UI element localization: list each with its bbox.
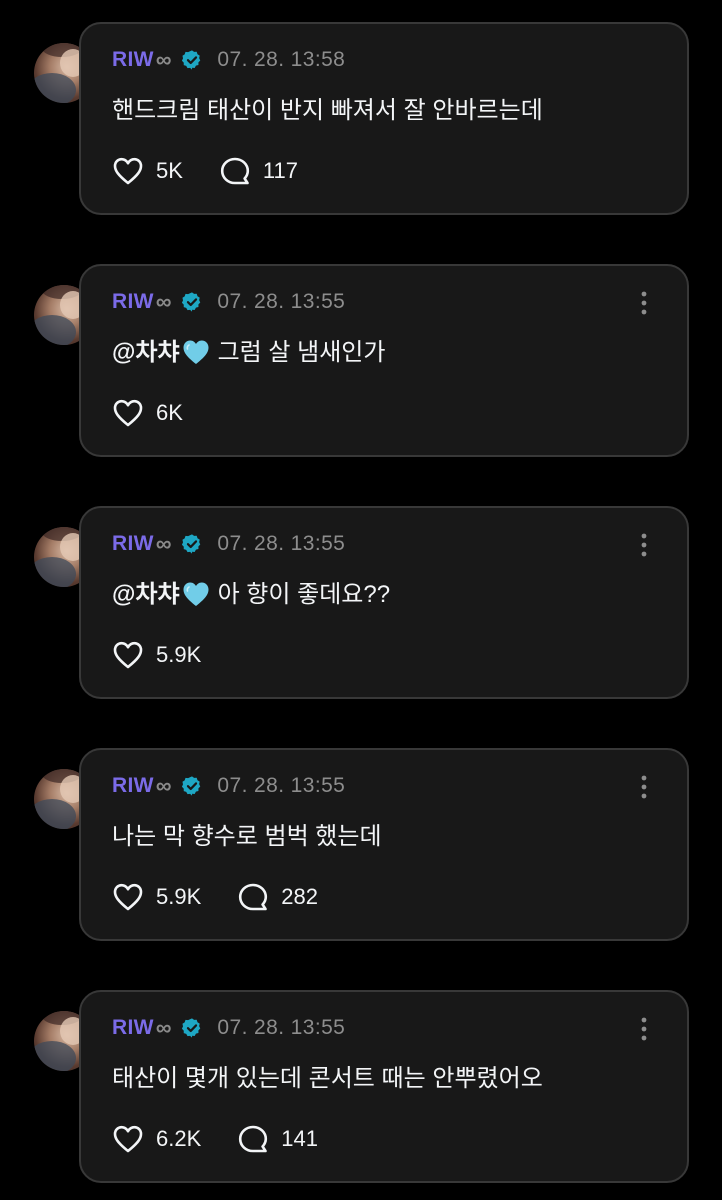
username[interactable]: RIW bbox=[112, 774, 154, 798]
mention[interactable]: @차챠 bbox=[112, 339, 180, 366]
timestamp: 07. 28. 13:58 bbox=[217, 48, 346, 71]
like-count: 5.9K bbox=[156, 884, 202, 909]
post-text-line: @차챠 아 향이 좋데요?? bbox=[112, 574, 390, 609]
more-options-icon[interactable] bbox=[641, 775, 647, 799]
timestamp: 07. 28. 13:55 bbox=[217, 532, 346, 555]
username[interactable]: RIW bbox=[112, 290, 154, 314]
post-card[interactable]: RIW ∞ 07. 28. 13:55 나는 막 향수로 범벅 했는데 5.9K… bbox=[79, 748, 689, 941]
comment-icon bbox=[239, 883, 268, 911]
reply-button[interactable]: 282 bbox=[237, 882, 318, 912]
like-button[interactable]: 5.9K bbox=[112, 640, 201, 670]
post-text-line: @차챠 그럼 살 냄새인가 bbox=[112, 332, 385, 367]
reply-button[interactable]: 141 bbox=[237, 1124, 318, 1154]
verified-badge-icon bbox=[182, 776, 201, 796]
reply-count: 117 bbox=[262, 158, 298, 183]
post-text: 나는 막 향수로 범벅 했는데 bbox=[112, 823, 382, 850]
verified-badge-icon bbox=[182, 534, 201, 554]
heart-icon bbox=[113, 1125, 143, 1153]
post-card[interactable]: RIW ∞ 07. 28. 13:55 태산이 몇개 있는데 콘서트 때는 안뿌… bbox=[79, 990, 689, 1183]
like-count: 6K bbox=[156, 400, 183, 425]
heart-icon bbox=[113, 157, 143, 185]
heart-icon bbox=[113, 399, 143, 427]
like-button[interactable]: 6.2K bbox=[112, 1124, 201, 1154]
heart-icon bbox=[113, 883, 143, 911]
infinity-suffix: ∞ bbox=[155, 773, 172, 798]
light-blue-heart-emoji-icon bbox=[183, 340, 209, 364]
post-text: 그럼 살 냄새인가 bbox=[217, 339, 386, 366]
verified-badge-icon bbox=[182, 292, 201, 312]
like-button[interactable]: 5K bbox=[112, 156, 183, 186]
reply-button[interactable]: 117 bbox=[219, 156, 298, 186]
more-options-icon[interactable] bbox=[641, 1017, 647, 1041]
heart-icon bbox=[113, 641, 143, 669]
comment-icon bbox=[239, 1125, 268, 1153]
infinity-suffix: ∞ bbox=[155, 1015, 172, 1040]
timestamp: 07. 28. 13:55 bbox=[217, 290, 346, 313]
username[interactable]: RIW bbox=[112, 1016, 154, 1040]
timestamp: 07. 28. 13:55 bbox=[217, 774, 346, 797]
verified-badge-icon bbox=[182, 1018, 201, 1038]
infinity-suffix: ∞ bbox=[155, 531, 172, 556]
post-card[interactable]: RIW ∞ 07. 28. 13:55 @차챠 그럼 살 냄새인가 6K bbox=[79, 264, 689, 457]
more-options-icon[interactable] bbox=[641, 533, 647, 557]
more-options-icon[interactable] bbox=[641, 291, 647, 315]
post-text: 태산이 몇개 있는데 콘서트 때는 안뿌렸어오 bbox=[112, 1065, 543, 1092]
like-count: 5.9K bbox=[156, 642, 202, 667]
username[interactable]: RIW bbox=[112, 48, 154, 72]
post-text: 핸드크림 태산이 반지 빠져서 잘 안바르는데 bbox=[112, 97, 543, 124]
post-card[interactable]: RIW ∞ 07. 28. 13:58 핸드크림 태산이 반지 빠져서 잘 안바… bbox=[79, 22, 689, 215]
light-blue-heart-emoji-icon bbox=[183, 582, 209, 606]
comment-icon bbox=[220, 157, 250, 185]
like-count: 6.2K bbox=[156, 1126, 202, 1151]
verified-badge-icon bbox=[182, 50, 201, 70]
infinity-suffix: ∞ bbox=[155, 47, 172, 72]
post-card[interactable]: RIW ∞ 07. 28. 13:55 @차챠 아 향이 좋데요?? 5.9K bbox=[79, 506, 689, 699]
post-text: 아 향이 좋데요?? bbox=[217, 581, 391, 608]
mention[interactable]: @차챠 bbox=[112, 581, 180, 608]
like-count: 5K bbox=[156, 158, 183, 183]
reply-count: 141 bbox=[281, 1126, 318, 1151]
username[interactable]: RIW bbox=[112, 532, 154, 556]
infinity-suffix: ∞ bbox=[155, 289, 172, 314]
reply-count: 282 bbox=[281, 884, 318, 909]
like-button[interactable]: 6K bbox=[112, 398, 183, 428]
like-button[interactable]: 5.9K bbox=[112, 882, 201, 912]
timestamp: 07. 28. 13:55 bbox=[217, 1016, 346, 1039]
